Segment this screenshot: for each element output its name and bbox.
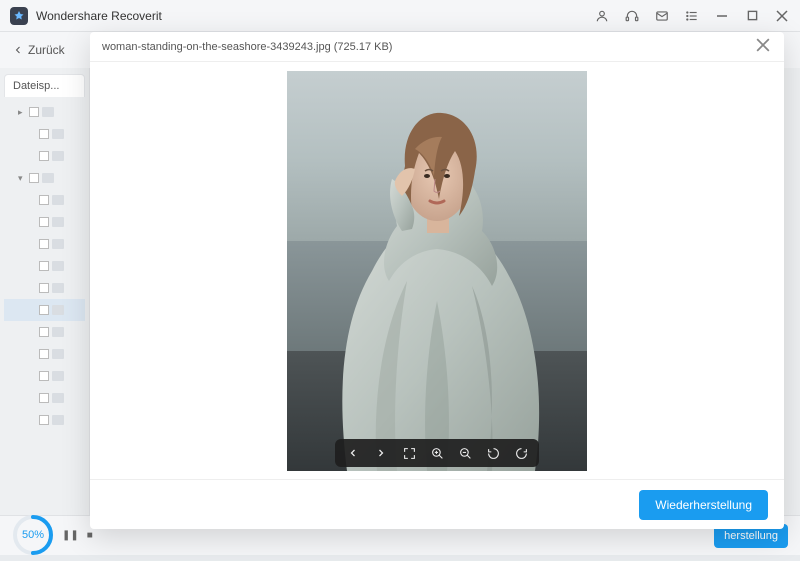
prev-icon[interactable] bbox=[345, 445, 361, 461]
close-window-icon[interactable] bbox=[774, 8, 790, 24]
rotate-left-icon[interactable] bbox=[485, 445, 501, 461]
sidebar-tab[interactable]: Dateisp... bbox=[4, 74, 85, 97]
back-label: Zurück bbox=[28, 43, 65, 57]
back-button[interactable]: Zurück bbox=[12, 43, 65, 57]
tree-row[interactable] bbox=[4, 123, 85, 145]
preview-header: woman-standing-on-the-seashore-3439243.j… bbox=[90, 32, 784, 62]
progress-ring: 50% bbox=[12, 514, 54, 556]
app-title: Wondershare Recoverit bbox=[36, 9, 594, 23]
preview-filename: woman-standing-on-the-seashore-3439243.j… bbox=[102, 41, 754, 53]
zoom-out-icon[interactable] bbox=[457, 445, 473, 461]
scan-controls: ❚❚ ■ bbox=[62, 530, 93, 541]
tree-row[interactable]: ▸ bbox=[4, 101, 85, 123]
minimize-icon[interactable] bbox=[714, 8, 730, 24]
app-logo bbox=[10, 7, 28, 25]
recover-button[interactable]: Wiederherstellung bbox=[639, 490, 768, 520]
tree-row[interactable] bbox=[4, 343, 85, 365]
preview-footer: Wiederherstellung bbox=[90, 479, 784, 529]
mail-icon[interactable] bbox=[654, 8, 670, 24]
tree-row[interactable] bbox=[4, 145, 85, 167]
tree-row[interactable] bbox=[4, 277, 85, 299]
fullscreen-icon[interactable] bbox=[401, 445, 417, 461]
preview-modal: woman-standing-on-the-seashore-3439243.j… bbox=[90, 32, 784, 529]
sidebar: Dateisp... ▸ ▾ bbox=[0, 68, 90, 515]
tree-row[interactable] bbox=[4, 189, 85, 211]
preview-image bbox=[287, 71, 587, 471]
tree-row[interactable] bbox=[4, 211, 85, 233]
stop-icon[interactable]: ■ bbox=[87, 530, 93, 541]
folder-tree: ▸ ▾ bbox=[4, 101, 85, 431]
titlebar: Wondershare Recoverit bbox=[0, 0, 800, 32]
tree-row[interactable]: ▾ bbox=[4, 167, 85, 189]
rotate-right-icon[interactable] bbox=[513, 445, 529, 461]
user-icon[interactable] bbox=[594, 8, 610, 24]
headset-icon[interactable] bbox=[624, 8, 640, 24]
preview-body bbox=[90, 62, 784, 479]
image-toolbar bbox=[335, 439, 539, 467]
list-icon[interactable] bbox=[684, 8, 700, 24]
tree-row[interactable] bbox=[4, 233, 85, 255]
next-icon[interactable] bbox=[373, 445, 389, 461]
tree-row[interactable] bbox=[4, 255, 85, 277]
tree-row[interactable] bbox=[4, 387, 85, 409]
tree-row[interactable] bbox=[4, 321, 85, 343]
maximize-icon[interactable] bbox=[744, 8, 760, 24]
progress-percent: 50% bbox=[22, 529, 44, 541]
tree-row[interactable] bbox=[4, 409, 85, 431]
tree-row[interactable] bbox=[4, 299, 85, 321]
tree-row[interactable] bbox=[4, 365, 85, 387]
close-icon[interactable] bbox=[754, 36, 772, 57]
pause-icon[interactable]: ❚❚ bbox=[62, 530, 79, 541]
zoom-in-icon[interactable] bbox=[429, 445, 445, 461]
